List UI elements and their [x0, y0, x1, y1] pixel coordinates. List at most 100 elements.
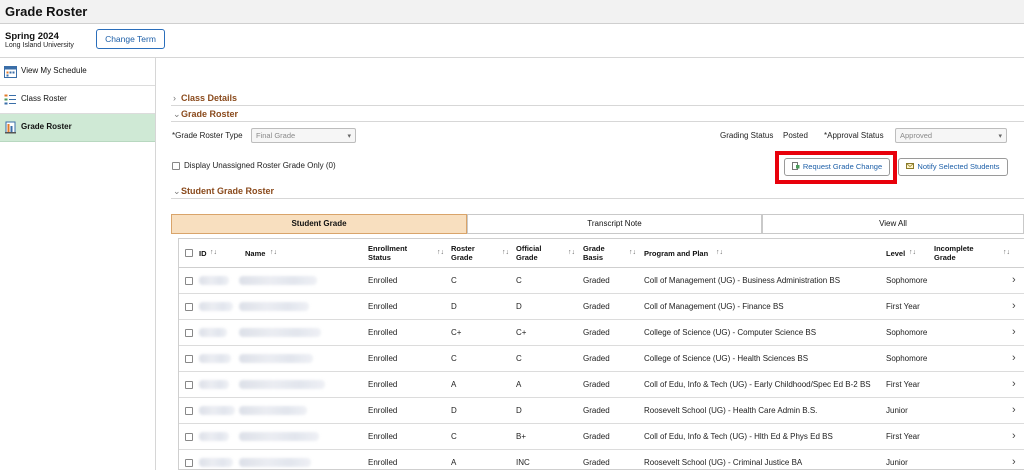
table-row[interactable]: Enrolled C C Graded Coll of Management (UG) … [179, 268, 1024, 294]
chevron-right-icon[interactable]: › [1012, 404, 1016, 416]
chevron-right-icon[interactable]: › [1012, 430, 1016, 442]
cell-program-and-plan: College of Science (UG) - Health Science… [644, 354, 809, 363]
grade-roster-title: Grade Roster [181, 109, 239, 119]
redacted-name [239, 432, 319, 441]
approval-status-select[interactable]: Approved ▾ [895, 128, 1007, 143]
sort-icon[interactable]: ↑↓ [270, 249, 277, 256]
divider [171, 121, 1024, 122]
cell-level: Sophomore [886, 354, 928, 363]
column-official-grade-line2: Grade [516, 253, 538, 262]
cell-enrollment-status: Enrolled [368, 328, 398, 337]
row-select-checkbox[interactable] [185, 329, 193, 337]
redacted-name [239, 458, 311, 467]
redacted-id [199, 406, 235, 415]
column-grade-basis-line2: Basis [583, 253, 604, 262]
cell-program-and-plan: Coll of Management (UG) - Business Admin… [644, 276, 841, 285]
column-enrollment-status[interactable]: Enrollment Status [368, 244, 407, 262]
cell-grade-basis: Graded [583, 432, 610, 441]
row-select-checkbox[interactable] [185, 303, 193, 311]
redacted-name [239, 380, 325, 389]
sort-icon[interactable]: ↑↓ [1003, 249, 1010, 256]
redacted-id [199, 458, 233, 467]
sort-icon[interactable]: ↑↓ [568, 249, 575, 256]
redacted-id [199, 354, 231, 363]
column-official-grade[interactable]: Official Grade [516, 244, 541, 262]
notify-selected-students-label: Notify Selected Students [917, 162, 1000, 171]
row-select-checkbox[interactable] [185, 433, 193, 441]
column-enrollment-status-line1: Enrollment [368, 244, 408, 253]
student-grade-roster-section-toggle[interactable]: ⌄Student Grade Roster [173, 186, 274, 197]
column-name[interactable]: Name [245, 249, 265, 258]
row-select-checkbox[interactable] [185, 381, 193, 389]
chevron-right-icon[interactable]: › [1012, 300, 1016, 312]
sort-icon[interactable]: ↑↓ [716, 249, 723, 256]
tab-transcript-note[interactable]: Transcript Note [467, 214, 762, 234]
notify-selected-students-button[interactable]: Notify Selected Students [898, 158, 1008, 176]
roster-type-select[interactable]: Final Grade ▾ [251, 128, 356, 143]
institution-name: Long Island University [5, 42, 74, 49]
sidebar-item-grade-roster[interactable]: Grade Roster [0, 114, 155, 142]
column-id[interactable]: ID [199, 249, 207, 258]
calendar-icon [4, 66, 17, 78]
chevron-right-icon[interactable]: › [1012, 456, 1016, 468]
unassigned-only-checkbox[interactable] [172, 162, 180, 170]
request-grade-change-button[interactable]: Request Grade Change [784, 158, 890, 176]
class-details-title: Class Details [181, 93, 238, 103]
cell-roster-grade: A [451, 380, 457, 389]
student-grade-grid: ID ↑↓ Name ↑↓ Enrollment Status ↑↓ Roste… [178, 238, 1024, 470]
cell-program-and-plan: Roosevelt School (UG) - Criminal Justice… [644, 458, 803, 467]
unassigned-only-label: Display Unassigned Roster Grade Only (0) [184, 161, 336, 170]
table-row[interactable]: Enrolled D D Graded Roosevelt School (UG) - … [179, 398, 1024, 424]
sidebar-item-class-roster[interactable]: Class Roster [0, 86, 155, 114]
roster-type-value: Final Grade [256, 131, 296, 140]
redacted-id [199, 380, 229, 389]
tab-view-all[interactable]: View All [762, 214, 1024, 234]
chevron-right-icon: › [173, 93, 176, 103]
sort-icon[interactable]: ↑↓ [909, 249, 916, 256]
sort-icon[interactable]: ↑↓ [629, 249, 636, 256]
column-program-and-plan[interactable]: Program and Plan [644, 249, 708, 258]
column-level-label: Level [886, 249, 906, 258]
chevron-right-icon[interactable]: › [1012, 274, 1016, 286]
row-select-checkbox[interactable] [185, 459, 193, 467]
column-level[interactable]: Level [886, 249, 905, 258]
cell-program-and-plan: College of Science (UG) - Computer Scien… [644, 328, 817, 337]
sort-icon[interactable]: ↑↓ [210, 249, 217, 256]
cell-level: First Year [886, 380, 920, 389]
table-row[interactable]: Enrolled A INC Graded Roosevelt School (UG) … [179, 450, 1024, 470]
cell-grade-basis: Graded [583, 354, 610, 363]
table-row[interactable]: Enrolled C B+ Graded Coll of Edu, Info & Tec… [179, 424, 1024, 450]
row-select-checkbox[interactable] [185, 407, 193, 415]
chevron-right-icon[interactable]: › [1012, 378, 1016, 390]
sidebar-item-label: Class Roster [21, 94, 67, 103]
row-select-checkbox[interactable] [185, 277, 193, 285]
tab-student-grade[interactable]: Student Grade [171, 214, 467, 234]
cell-level: Sophomore [886, 328, 928, 337]
table-row[interactable]: Enrolled C+ C+ Graded College of Science (UG… [179, 320, 1024, 346]
change-term-button[interactable]: Change Term [96, 29, 165, 49]
cell-enrollment-status: Enrolled [368, 380, 398, 389]
select-all-checkbox[interactable] [185, 249, 193, 257]
sort-icon[interactable]: ↑↓ [502, 249, 509, 256]
grading-status-value: Posted [783, 131, 808, 140]
row-select-checkbox[interactable] [185, 355, 193, 363]
cell-roster-grade: C [451, 276, 457, 285]
class-details-section-toggle[interactable]: › Class Details [173, 93, 237, 103]
cell-official-grade: D [516, 406, 522, 415]
cell-level: Junior [886, 406, 908, 415]
column-roster-grade[interactable]: Roster Grade [451, 244, 475, 262]
grade-roster-section-toggle[interactable]: ⌄Grade Roster [173, 109, 238, 120]
sidebar-item-view-my-schedule[interactable]: View My Schedule [0, 58, 155, 86]
table-row[interactable]: Enrolled D D Graded Coll of Management (UG) … [179, 294, 1024, 320]
chevron-right-icon[interactable]: › [1012, 326, 1016, 338]
redacted-id [199, 276, 229, 285]
chevron-down-icon: ▾ [347, 133, 351, 140]
table-row[interactable]: Enrolled C C Graded College of Science (UG) … [179, 346, 1024, 372]
column-incomplete-grade[interactable]: Incomplete Grade [934, 244, 974, 262]
chevron-right-icon[interactable]: › [1012, 352, 1016, 364]
redacted-id [199, 302, 233, 311]
cell-grade-basis: Graded [583, 380, 610, 389]
sort-icon[interactable]: ↑↓ [437, 249, 444, 256]
column-grade-basis[interactable]: Grade Basis [583, 244, 605, 262]
table-row[interactable]: Enrolled A A Graded Coll of Edu, Info & Tech… [179, 372, 1024, 398]
